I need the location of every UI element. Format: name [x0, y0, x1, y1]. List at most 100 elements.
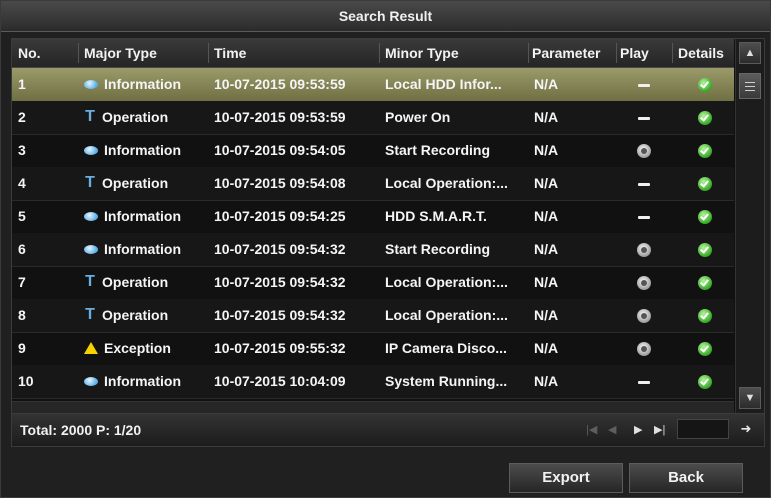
row-number: 9 — [18, 340, 26, 356]
back-button[interactable]: Back — [629, 463, 743, 493]
play-button-icon[interactable] — [637, 276, 651, 291]
table-row[interactable]: 7 T Operation 10-07-2015 09:54:32 Local Oper… — [12, 266, 734, 300]
time-cell: 10-07-2015 09:54:05 — [214, 142, 346, 158]
details-cell[interactable] — [676, 200, 734, 233]
play-button-icon[interactable] — [637, 342, 651, 357]
row-number: 7 — [18, 274, 26, 290]
details-cell[interactable] — [676, 101, 734, 134]
details-check-icon[interactable] — [698, 111, 712, 126]
details-check-icon[interactable] — [698, 210, 712, 225]
header-major-type[interactable]: Major Type — [84, 39, 208, 67]
minor-type-cell: System Running... — [385, 373, 508, 389]
header-minor-type[interactable]: Minor Type — [385, 39, 530, 67]
time-cell: 10-07-2015 09:53:59 — [214, 76, 346, 92]
operation-icon: T — [85, 306, 95, 324]
play-cell[interactable] — [616, 134, 672, 167]
parameter-cell: N/A — [534, 340, 559, 356]
play-cell[interactable] — [616, 233, 672, 266]
go-arrow-icon[interactable]: ➜ — [735, 419, 757, 439]
details-cell[interactable] — [676, 266, 734, 299]
header-separator[interactable] — [78, 43, 79, 63]
table-row[interactable]: 4 T Operation 10-07-2015 09:54:08 Local Oper… — [12, 167, 734, 201]
major-type-cell: T Operation — [84, 266, 208, 299]
play-cell[interactable] — [616, 266, 672, 299]
header-parameter[interactable]: Parameter — [532, 39, 616, 67]
table-row[interactable]: 3 Information 10-07-2015 09:54:05 Start Rec… — [12, 134, 734, 168]
next-page-icon[interactable]: ▶ — [634, 422, 642, 438]
row-number: 5 — [18, 208, 26, 224]
major-type-label: Information — [104, 208, 181, 224]
details-cell[interactable] — [676, 134, 734, 167]
page-number-input[interactable] — [677, 419, 729, 439]
details-check-icon[interactable] — [698, 342, 712, 357]
details-cell[interactable] — [676, 167, 734, 200]
minor-type-cell: Local Operation:... — [385, 307, 508, 323]
time-cell: 10-07-2015 09:54:25 — [214, 208, 346, 224]
details-cell[interactable] — [676, 365, 734, 398]
last-page-icon[interactable]: ▶| — [654, 422, 665, 438]
major-type-label: Information — [104, 76, 181, 92]
header-time[interactable]: Time — [214, 39, 382, 67]
details-check-icon[interactable] — [698, 78, 712, 93]
major-type-cell: Information — [84, 134, 208, 167]
information-icon — [84, 145, 98, 155]
header-details[interactable]: Details — [678, 39, 734, 67]
export-button[interactable]: Export — [509, 463, 623, 493]
header-separator[interactable] — [672, 43, 673, 63]
table-row[interactable]: 5 Information 10-07-2015 09:54:25 HDD S.M.A… — [12, 200, 734, 234]
header-separator[interactable] — [208, 43, 209, 63]
prev-page-icon[interactable]: ◀ — [608, 422, 616, 438]
table-row[interactable]: 6 Information 10-07-2015 09:54:32 Start Rec… — [12, 233, 734, 267]
header-separator[interactable] — [616, 43, 617, 63]
details-check-icon[interactable] — [698, 375, 712, 390]
play-button-icon[interactable] — [637, 243, 651, 258]
major-type-cell: Information — [84, 68, 208, 101]
major-type-cell: Exception — [84, 332, 208, 365]
parameter-cell: N/A — [534, 142, 559, 158]
details-check-icon[interactable] — [698, 144, 712, 159]
table-row[interactable]: 9 Exception 10-07-2015 09:55:32 IP Camera D… — [12, 332, 734, 366]
no-playback-dash-icon — [638, 83, 650, 87]
time-cell: 10-07-2015 09:53:59 — [214, 109, 346, 125]
minor-type-cell: Start Recording — [385, 142, 491, 158]
table-row[interactable]: 1 Information 10-07-2015 09:53:59 Local HDD… — [12, 68, 734, 102]
header-play[interactable]: Play — [620, 39, 672, 67]
table-row[interactable]: 10 Information 10-07-2015 10:04:09 System R… — [12, 365, 734, 399]
search-result-table: No. Major Type Time Minor Type Parameter… — [11, 38, 765, 414]
no-playback-dash-icon — [638, 182, 650, 186]
details-check-icon[interactable] — [698, 276, 712, 291]
play-cell[interactable] — [616, 299, 672, 332]
scroll-down-button[interactable]: ▼ — [739, 387, 761, 409]
major-type-label: Operation — [102, 307, 169, 323]
header-separator[interactable] — [528, 43, 529, 63]
details-check-icon[interactable] — [698, 243, 712, 258]
major-type-cell: T Operation — [84, 299, 208, 332]
play-button-icon[interactable] — [637, 144, 651, 159]
details-check-icon[interactable] — [698, 309, 712, 324]
no-playback-dash-icon — [638, 116, 650, 120]
scroll-up-button[interactable]: ▲ — [739, 42, 761, 64]
play-cell[interactable] — [616, 332, 672, 365]
vertical-scrollbar[interactable]: ▲ ▼ — [735, 39, 764, 413]
details-cell[interactable] — [676, 299, 734, 332]
details-check-icon[interactable] — [698, 177, 712, 192]
total-count: Total: 2000 P: 1/20 — [20, 422, 142, 438]
details-cell[interactable] — [676, 233, 734, 266]
parameter-cell: N/A — [534, 373, 559, 389]
major-type-cell: Information — [84, 233, 208, 266]
header-separator[interactable] — [379, 43, 380, 63]
major-type-label: Exception — [104, 340, 171, 356]
first-page-icon[interactable]: |◀ — [586, 422, 597, 438]
operation-icon: T — [85, 108, 95, 126]
play-button-icon[interactable] — [637, 309, 651, 324]
header-no[interactable]: No. — [18, 39, 78, 67]
major-type-cell: T Operation — [84, 167, 208, 200]
details-cell[interactable] — [676, 68, 734, 101]
minor-type-cell: IP Camera Disco... — [385, 340, 507, 356]
table-row[interactable]: 2 T Operation 10-07-2015 09:53:59 Power On N/… — [12, 101, 734, 135]
details-cell[interactable] — [676, 332, 734, 365]
scroll-thumb[interactable] — [739, 73, 761, 99]
table-row[interactable]: 8 T Operation 10-07-2015 09:54:32 Local Oper… — [12, 299, 734, 333]
table-footer: Total: 2000 P: 1/20 |◀ ◀ ▶ ▶| ➜ — [11, 413, 765, 447]
minor-type-cell: HDD S.M.A.R.T. — [385, 208, 487, 224]
